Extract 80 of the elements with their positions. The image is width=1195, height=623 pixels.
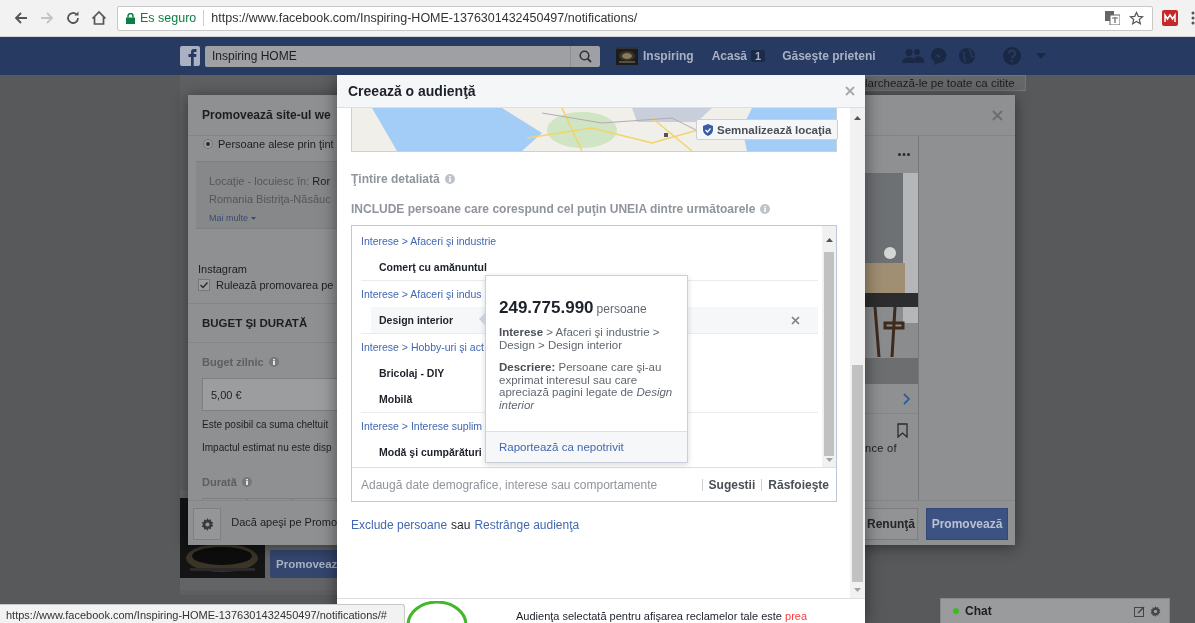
search-field[interactable]: Inspiring HOME <box>205 45 570 67</box>
dialog-title: Creează o audienţă <box>347 83 476 99</box>
secure-label: Es seguro <box>140 11 197 25</box>
exclude-link[interactable]: Exclude persoane <box>351 518 448 532</box>
scroll-up-icon[interactable] <box>854 116 861 120</box>
text-button[interactable]: Răsfoieşte <box>761 478 829 491</box>
section-label: Ţintire detaliată <box>351 172 440 186</box>
cancel-button[interactable]: Renunţă <box>865 508 918 540</box>
back-arrow-icon[interactable] <box>13 10 29 26</box>
text-button[interactable]: Sugestii <box>701 478 756 491</box>
nav-link[interactable]: Găseşte prieteni <box>782 49 876 63</box>
category-path-link[interactable]: Interese > Hobby-uri şi act <box>361 341 484 353</box>
promote-button[interactable]: Promovează <box>926 508 1008 540</box>
footer-note: Dacă apeşi pe Promo <box>231 516 337 528</box>
remove-icon[interactable] <box>791 315 800 325</box>
scrollbar[interactable] <box>850 108 865 598</box>
interest-item[interactable]: Comerţ cu amănuntul <box>371 254 491 280</box>
extension-icon[interactable] <box>1162 10 1178 26</box>
search-icon[interactable] <box>579 49 592 63</box>
menu-icon[interactable] <box>1191 11 1195 25</box>
report-location-button[interactable]: Semnalizează locaţia <box>696 119 839 140</box>
ad-description: nce of <box>865 441 898 456</box>
url-text: https://www.facebook.com/Inspiring-HOME-1376301432450497/notifications/ <box>211 11 638 25</box>
interest-item[interactable]: Mobilă <box>371 386 417 412</box>
conjunction-text: sau <box>451 518 471 532</box>
translate-icon[interactable] <box>1105 11 1120 25</box>
chevron-right-icon[interactable] <box>903 392 910 405</box>
bookmark-icon[interactable] <box>897 423 908 438</box>
scrollbar-thumb[interactable] <box>852 365 863 582</box>
note-text: Impactul estimat nu este disp <box>202 442 332 453</box>
gear-icon[interactable] <box>1150 605 1161 617</box>
category-path-link[interactable]: Interese > Afaceri şi industrie <box>361 235 497 247</box>
shield-icon <box>703 123 713 136</box>
narrow-audience-link[interactable]: Restrânge audienţa <box>474 518 580 532</box>
note-text: Este posibil ca suma cheltuit <box>202 419 329 430</box>
nav-link[interactable]: Acasă <box>711 49 748 63</box>
section-heading: BUGET ŞI DURATĂ <box>202 317 308 329</box>
dialog-title: Promovează site-ul we <box>201 108 331 122</box>
address-bar[interactable]: Es seguro https://www.facebook.com/Inspiring-HOME-1376301432450497/notifications/ <box>117 5 1153 31</box>
budget-field[interactable]: 5,00 € <box>202 378 337 411</box>
lock-icon <box>126 12 135 24</box>
category-path-link[interactable]: Interese > Afaceri şi indus <box>361 288 482 300</box>
radio-button[interactable] <box>203 139 213 149</box>
scroll-down-icon[interactable] <box>826 458 833 462</box>
section-label: INCLUDE persoane care corespund cel puţin UNEIA dintre următoarele <box>351 202 756 216</box>
gear-icon <box>200 517 214 531</box>
settings-button[interactable] <box>193 508 222 540</box>
status-url: https://www.facebook.com/Inspiring-HOME-1376301432450497/notifications/# <box>6 608 387 621</box>
compose-icon[interactable] <box>1134 605 1145 617</box>
scrollbar[interactable] <box>822 226 836 467</box>
notification-count: 1 <box>751 50 766 62</box>
count-unit: persoane <box>596 302 647 316</box>
description-text: Descriere: Persoane care şi-au exprimat interesul sau care apreciază pagini legate de Design interior <box>499 361 674 411</box>
audience-summary: Audienţa selectată pentru afişarea reclamelor tale este prea <box>516 610 808 623</box>
logo-icon[interactable] <box>180 46 200 66</box>
checkbox[interactable] <box>198 279 210 291</box>
section-heading: Instagram <box>197 262 247 277</box>
scrollbar-thumb[interactable] <box>824 252 834 456</box>
interest-item[interactable]: Bricolaj - DIY <box>371 360 449 386</box>
search-button[interactable] <box>570 45 600 67</box>
star-icon[interactable] <box>1129 10 1144 26</box>
reload-icon[interactable] <box>65 10 81 26</box>
profile-link[interactable]: Inspiring <box>643 49 694 63</box>
audience-count: 249.775.990 <box>499 298 594 317</box>
info-icon[interactable] <box>241 477 252 487</box>
chat-label[interactable]: Chat <box>965 604 992 618</box>
close-icon[interactable] <box>845 86 855 96</box>
scroll-down-icon[interactable] <box>854 588 861 592</box>
more-icon[interactable] <box>898 153 910 156</box>
promote-button[interactable]: Promoveaz <box>270 550 337 578</box>
scroll-up-icon[interactable] <box>826 238 833 242</box>
caret-icon <box>251 216 256 220</box>
info-icon[interactable] <box>268 357 279 367</box>
interest-item[interactable]: Modă şi cumpărături <box>371 439 486 465</box>
category-path-link[interactable]: Interese > Interese suplim <box>361 420 483 432</box>
checkbox-label[interactable]: Rulează promovarea pe <box>216 279 334 291</box>
radio-label[interactable]: Persoane alese prin ţint <box>218 138 334 150</box>
category-path: Interese > Afaceri şi industrie > Design > Design interior <box>499 326 661 351</box>
gauge-ring-icon <box>405 601 469 623</box>
home-icon[interactable] <box>91 10 107 26</box>
